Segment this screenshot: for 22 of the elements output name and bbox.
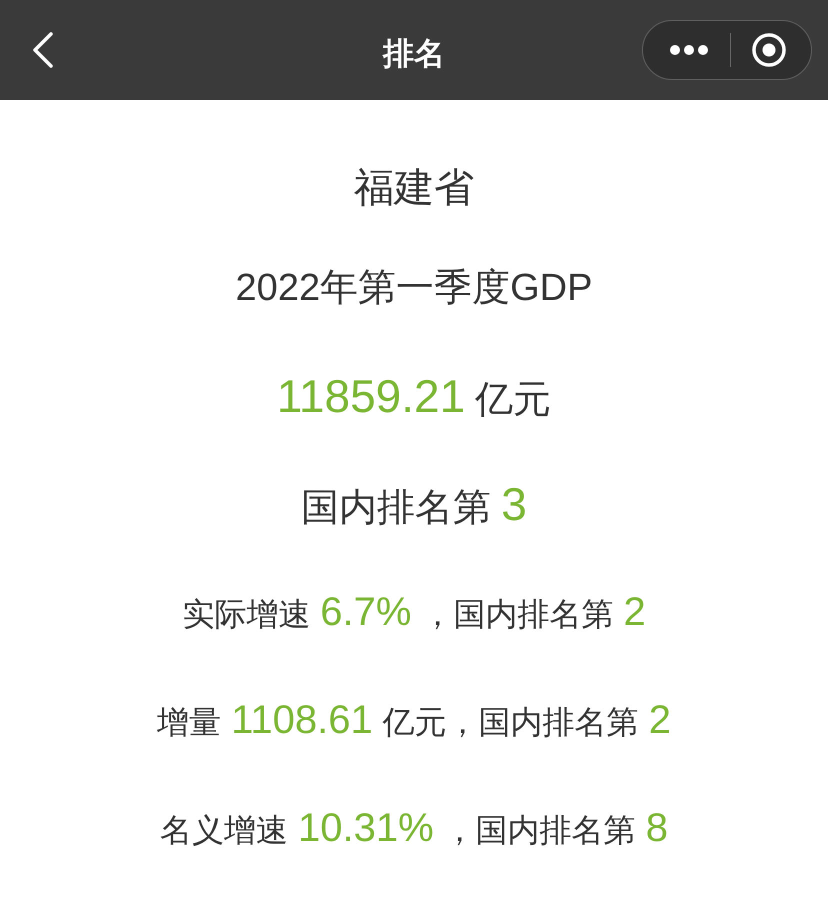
label-text: 福建省 [354,165,474,212]
value-text: 3 [501,478,527,530]
label-text: 增量 [157,703,222,742]
more-icon[interactable] [669,44,709,56]
label-text: ，国内排名第 [444,811,636,850]
label-text: 亿元，国内排名第 [382,703,639,742]
back-icon[interactable] [32,32,54,68]
label-text: 2022年第一季度GDP [236,266,592,311]
label-text: 名义增速 [160,811,288,850]
value-text: 8 [646,805,668,852]
label-text: 实际增速 [182,595,310,634]
label-text: 国内排名第 [301,486,492,531]
value-text: 11859.21 [276,370,466,422]
value-text: 2 [623,589,646,636]
close-icon[interactable] [751,32,787,68]
page-title: 排名 [381,35,446,73]
value-text: 2 [648,697,671,744]
value-text: 1108.61 [231,697,373,744]
label-text: 亿元 [475,378,552,423]
label-text: ，国内排名第 [421,595,614,634]
value-text: 10.31% [298,805,434,852]
value-text: 6.7% [320,589,412,636]
